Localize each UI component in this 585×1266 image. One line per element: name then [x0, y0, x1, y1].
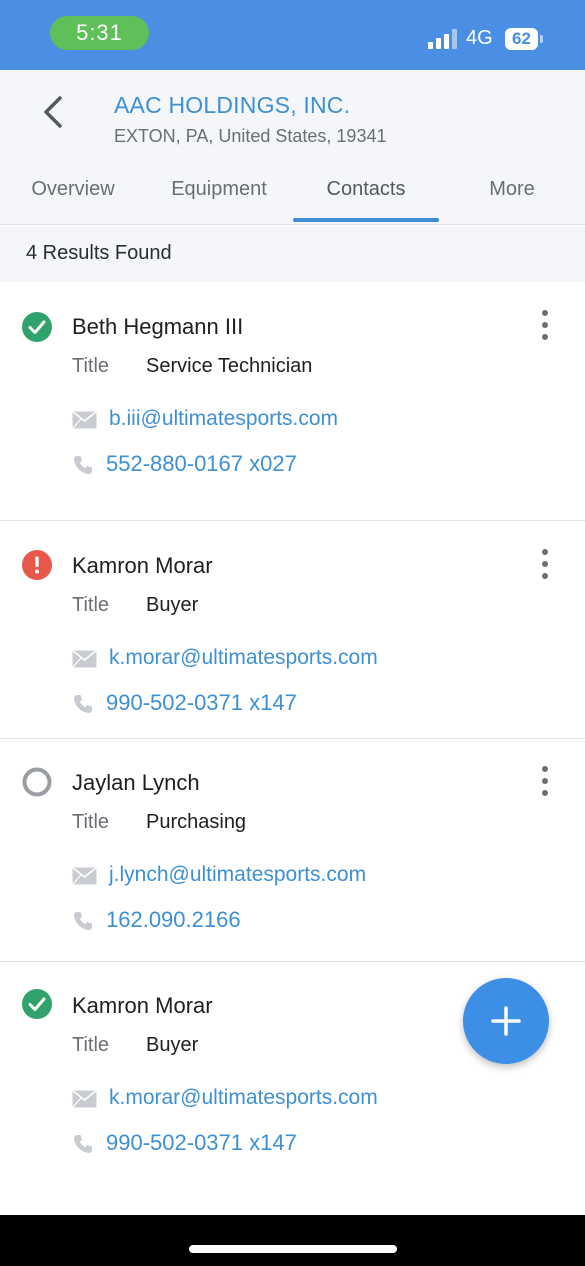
- contact-name: Kamron Morar: [72, 553, 213, 578]
- mail-icon: [72, 650, 97, 668]
- company-header: AAC HOLDINGS, INC. EXTON, PA, United Sta…: [0, 70, 585, 225]
- alert-circle-icon: [22, 550, 52, 580]
- contact-email-link[interactable]: k.morar@ultimatesports.com: [109, 1086, 378, 1110]
- contact-title: Purchasing: [146, 811, 247, 833]
- mail-icon: [72, 867, 97, 885]
- contact-card[interactable]: Beth Hegmann III Title Service Technicia…: [0, 282, 585, 521]
- battery-tip: [540, 35, 543, 43]
- tab-contacts[interactable]: Contacts: [293, 178, 439, 201]
- tab-overview[interactable]: Overview: [0, 178, 146, 201]
- company-address: EXTON, PA, United States, 19341: [114, 126, 387, 146]
- contact-title: Service Technician: [146, 355, 313, 377]
- more-options-icon[interactable]: [533, 766, 557, 796]
- network-type: 4G: [466, 27, 493, 49]
- contact-name: Jaylan Lynch: [72, 770, 200, 795]
- contact-phone-link[interactable]: 552-880-0167 x027: [106, 451, 297, 477]
- status-bar: 5:31 4G 62: [0, 0, 585, 70]
- add-contact-button[interactable]: [463, 978, 549, 1064]
- contact-name: Beth Hegmann III: [72, 314, 244, 339]
- contact-title: Buyer: [146, 594, 199, 616]
- empty-circle-icon: [22, 767, 52, 797]
- results-count: 4 Results Found: [26, 242, 172, 264]
- title-label: Title: [72, 811, 110, 833]
- contact-phone-link[interactable]: 990-502-0371 x147: [106, 690, 297, 716]
- contact-email-link[interactable]: j.lynch@ultimatesports.com: [109, 863, 366, 887]
- signal-icon: [428, 29, 458, 49]
- plus-icon: [491, 1006, 521, 1036]
- more-options-icon[interactable]: [533, 310, 557, 340]
- back-button[interactable]: [36, 94, 72, 130]
- tab-equipment[interactable]: Equipment: [146, 178, 292, 201]
- contact-card[interactable]: Kamron Morar Title Buyer k.morar@ultimat…: [0, 521, 585, 739]
- home-indicator[interactable]: [189, 1245, 397, 1253]
- contact-phone-link[interactable]: 162.090.2166: [106, 907, 241, 933]
- title-label: Title: [72, 1034, 110, 1056]
- check-circle-icon: [22, 989, 52, 1019]
- tab-more[interactable]: More: [439, 178, 585, 201]
- phone-icon: [74, 912, 92, 930]
- home-bar: [0, 1215, 585, 1266]
- phone-icon: [74, 1135, 92, 1153]
- active-tab-indicator: [293, 218, 439, 222]
- tab-bar: Overview Equipment Contacts More: [0, 170, 585, 225]
- title-label: Title: [72, 594, 110, 616]
- contact-email-link[interactable]: k.morar@ultimatesports.com: [109, 646, 378, 670]
- contact-card[interactable]: Jaylan Lynch Title Purchasing j.lynch@ul…: [0, 739, 585, 962]
- contact-email-link[interactable]: b.iii@ultimatesports.com: [109, 407, 338, 431]
- results-bar: 4 Results Found: [0, 226, 585, 282]
- phone-icon: [74, 695, 92, 713]
- time-indicator: 5:31: [50, 16, 149, 50]
- mail-icon: [72, 411, 97, 429]
- phone-icon: [74, 456, 92, 474]
- chevron-left-icon: [44, 96, 62, 128]
- contact-phone-link[interactable]: 990-502-0371 x147: [106, 1130, 297, 1156]
- contact-name: Kamron Morar: [72, 993, 213, 1018]
- contact-title: Buyer: [146, 1034, 199, 1056]
- title-label: Title: [72, 355, 110, 377]
- battery-icon: 62: [505, 28, 538, 50]
- more-options-icon[interactable]: [533, 549, 557, 579]
- mail-icon: [72, 1090, 97, 1108]
- check-circle-icon: [22, 312, 52, 342]
- company-name: AAC HOLDINGS, INC.: [114, 92, 351, 118]
